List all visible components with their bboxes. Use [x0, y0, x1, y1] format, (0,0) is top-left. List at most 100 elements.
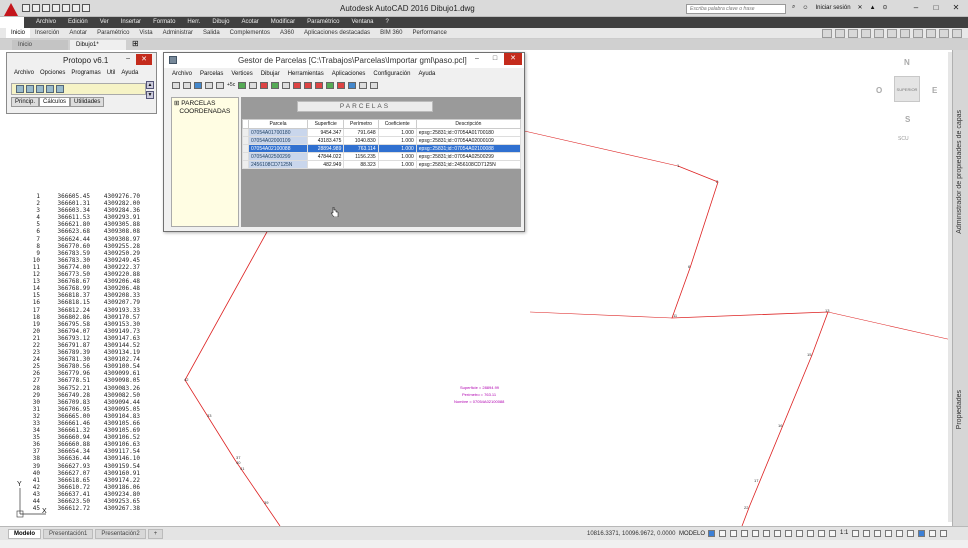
- model-space-toggle[interactable]: MODELO: [679, 531, 705, 537]
- menu-item[interactable]: Herr.: [181, 17, 206, 28]
- table-cell[interactable]: 1.000: [377, 160, 417, 169]
- open-folder-icon[interactable]: [183, 81, 191, 89]
- workspace-icon[interactable]: [852, 530, 860, 537]
- customization-menu-icon[interactable]: [940, 530, 948, 537]
- polar-toggle-icon[interactable]: [741, 530, 748, 537]
- menu-item[interactable]: Aplicaciones: [328, 70, 370, 78]
- tab-modelo[interactable]: Modelo: [8, 529, 41, 539]
- menu-item[interactable]: Ayuda: [118, 68, 141, 78]
- ribbon-tab[interactable]: Administrar: [158, 28, 198, 38]
- properties-tab[interactable]: Propiedades: [956, 390, 963, 429]
- annotation-monitor-icon[interactable]: [863, 530, 871, 537]
- menu-item[interactable]: Ventana: [345, 17, 379, 28]
- menu-item[interactable]: ?: [380, 17, 395, 28]
- layer-properties-tab[interactable]: Administrador de propiedades de capas: [956, 110, 963, 234]
- tool-icon[interactable]: [16, 85, 24, 93]
- tree-node-parcelas[interactable]: ⊞ PARCELAS: [174, 100, 236, 108]
- ribbon-tab[interactable]: Aplicaciones destacadas: [299, 28, 375, 38]
- export-gml-icon[interactable]: [348, 81, 357, 89]
- ribbon-tab[interactable]: BIM 360: [375, 28, 407, 38]
- toolbar-icon[interactable]: [913, 29, 923, 38]
- isolate-objects-icon[interactable]: [907, 530, 915, 537]
- hardware-acceleration-icon[interactable]: [918, 530, 926, 537]
- map-icon[interactable]: [326, 81, 335, 89]
- table-row[interactable]: 07054A02000109 43183.475 1040.830 1.000 epsg…: [242, 136, 522, 145]
- sign-in-button[interactable]: Iniciar sesión: [816, 5, 851, 11]
- tool-icon[interactable]: [26, 85, 34, 93]
- ortho-toggle-icon[interactable]: [730, 530, 737, 537]
- table-cell[interactable]: epsg::25831;id::2456108CD7125N: [415, 160, 522, 169]
- osnap-toggle-icon[interactable]: [752, 530, 759, 537]
- menu-item[interactable]: Util: [104, 68, 119, 78]
- column-header[interactable]: Coeficiente: [377, 119, 417, 129]
- toolbar-icon[interactable]: [861, 29, 871, 38]
- properties-palette-strip[interactable]: Administrador de propiedades de capas Pr…: [952, 50, 968, 526]
- table-row[interactable]: 2456108CD7125N 482.949 88.323 1.000 epsg::25…: [242, 160, 522, 169]
- report-icon[interactable]: [337, 81, 346, 89]
- grid-icon[interactable]: [238, 81, 247, 89]
- table-cell[interactable]: 07054A02500299: [248, 152, 308, 161]
- tool-icon[interactable]: [36, 85, 44, 93]
- table-cell[interactable]: 1.000: [377, 128, 417, 137]
- viewcube-north[interactable]: N: [904, 58, 910, 67]
- snap-toggle-icon[interactable]: [719, 530, 726, 537]
- new-icon[interactable]: [172, 81, 180, 89]
- menu-item[interactable]: Paramétrico: [301, 17, 345, 28]
- binoculars-icon[interactable]: ⌕: [792, 4, 795, 11]
- table-cell[interactable]: 07054A02100088: [248, 144, 308, 153]
- minimize-button[interactable]: –: [126, 55, 130, 62]
- tool-icon[interactable]: [56, 85, 64, 93]
- table-cell[interactable]: 1156.235: [343, 152, 379, 161]
- table-cell[interactable]: 43183.475: [306, 136, 345, 145]
- search-input[interactable]: Escriba palabra clave o frase: [686, 4, 786, 14]
- toolbar-icon[interactable]: [874, 29, 884, 38]
- menu-item[interactable]: Dibujar: [257, 70, 284, 78]
- ribbon-tab[interactable]: Vista: [134, 28, 157, 38]
- menu-item[interactable]: Parcelas: [196, 70, 227, 78]
- column-header[interactable]: Descripción: [415, 119, 522, 129]
- table-cell[interactable]: epsg::25831;id::07054A01700180: [415, 128, 522, 137]
- toolbar-icon[interactable]: [939, 29, 949, 38]
- window-icon[interactable]: [359, 81, 368, 89]
- viewcube-top-face[interactable]: SUPERIOR: [894, 76, 920, 102]
- table-cell[interactable]: epsg::25831;id::07054A02100088: [415, 144, 522, 153]
- transparency-toggle-icon[interactable]: [785, 530, 792, 537]
- close-button[interactable]: ✕: [946, 1, 966, 15]
- undo-icon[interactable]: [72, 4, 80, 12]
- tab-presentacion2[interactable]: Presentación2: [95, 529, 146, 539]
- menu-item[interactable]: Ayuda: [414, 70, 439, 78]
- toolbar-icon[interactable]: [835, 29, 845, 38]
- doc-tab-inicio[interactable]: Inicio: [12, 40, 68, 50]
- table-cell[interactable]: 9454.347: [306, 128, 345, 137]
- column-header[interactable]: Perímetro: [343, 119, 379, 129]
- auto-scale-icon[interactable]: [829, 530, 836, 537]
- area-icon[interactable]: [304, 81, 313, 89]
- minimize-button[interactable]: –: [468, 53, 486, 65]
- print-icon[interactable]: [62, 4, 70, 12]
- menu-item[interactable]: Archivo: [11, 68, 37, 78]
- draw-icon[interactable]: [293, 81, 302, 89]
- table-cell[interactable]: 1.000: [377, 152, 417, 161]
- new-file-icon[interactable]: [22, 4, 30, 12]
- ribbon-tab[interactable]: Salida: [198, 28, 225, 38]
- menu-item[interactable]: Modificar: [265, 17, 301, 28]
- menu-item[interactable]: Edición: [62, 17, 94, 28]
- tab-presentacion1[interactable]: Presentación1: [43, 529, 94, 539]
- close-button[interactable]: ✕: [136, 54, 152, 65]
- toolbar-icon[interactable]: [900, 29, 910, 38]
- ribbon-tab[interactable]: A360: [275, 28, 299, 38]
- ribbon-tab[interactable]: Performance: [407, 28, 451, 38]
- table-cell[interactable]: 1.000: [377, 136, 417, 145]
- table-icon[interactable]: [249, 81, 258, 89]
- new-tab-icon[interactable]: ⊞: [128, 39, 143, 50]
- table-cell[interactable]: 88.323: [343, 160, 379, 169]
- viewcube-ucs-menu[interactable]: SCU: [898, 136, 909, 142]
- polygon-icon[interactable]: [260, 81, 269, 89]
- menu-item[interactable]: Configuración: [369, 70, 414, 78]
- lock-ui-icon[interactable]: [896, 530, 904, 537]
- user-icon[interactable]: ☺: [802, 5, 808, 11]
- maximize-button[interactable]: □: [486, 53, 504, 65]
- save-icon[interactable]: [42, 4, 50, 12]
- menu-item[interactable]: Herramientas: [284, 70, 328, 78]
- layer-icon[interactable]: [271, 81, 280, 89]
